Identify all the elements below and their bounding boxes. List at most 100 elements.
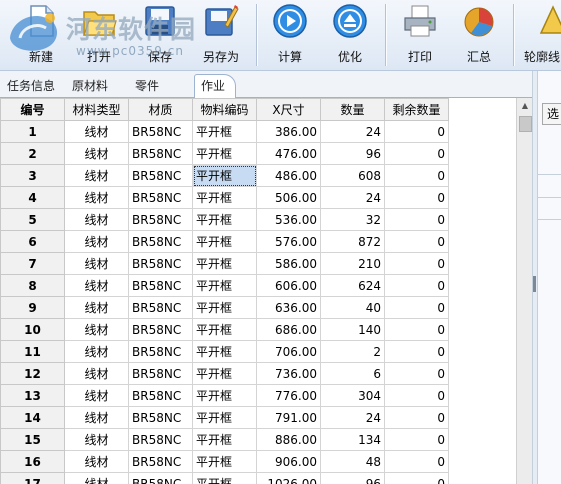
- save-button[interactable]: 保存: [141, 0, 179, 68]
- quantity-cell[interactable]: 48: [320, 450, 385, 473]
- quantity-cell[interactable]: 872: [320, 230, 385, 253]
- tab-raw-material[interactable]: 原材料: [72, 77, 108, 94]
- remaining-cell[interactable]: 0: [384, 384, 449, 407]
- table-row[interactable]: 16 线材 BR58NC 平开框 906.00 48 0: [0, 450, 449, 473]
- col-header-material[interactable]: 材质: [128, 98, 193, 121]
- col-header-item-code[interactable]: 物料编码: [192, 98, 257, 121]
- remaining-cell[interactable]: 0: [384, 230, 449, 253]
- material-cell[interactable]: BR58NC: [128, 340, 193, 363]
- material-cell[interactable]: BR58NC: [128, 450, 193, 473]
- table-row[interactable]: 5 线材 BR58NC 平开框 536.00 32 0: [0, 208, 449, 231]
- x-size-cell[interactable]: 886.00: [256, 428, 321, 451]
- row-number[interactable]: 8: [0, 274, 65, 297]
- row-number[interactable]: 6: [0, 230, 65, 253]
- row-number[interactable]: 17: [0, 472, 65, 484]
- remaining-cell[interactable]: 0: [384, 406, 449, 429]
- quantity-cell[interactable]: 608: [320, 164, 385, 187]
- material-type-cell[interactable]: 线材: [64, 296, 129, 319]
- remaining-cell[interactable]: 0: [384, 362, 449, 385]
- x-size-cell[interactable]: 476.00: [256, 142, 321, 165]
- row-number[interactable]: 16: [0, 450, 65, 473]
- material-type-cell[interactable]: 线材: [64, 428, 129, 451]
- x-size-cell[interactable]: 1026.00: [256, 472, 321, 484]
- material-cell[interactable]: BR58NC: [128, 384, 193, 407]
- quantity-cell[interactable]: 624: [320, 274, 385, 297]
- material-type-cell[interactable]: 线材: [64, 252, 129, 275]
- item-code-cell[interactable]: 平开框: [192, 274, 257, 297]
- table-row[interactable]: 7 线材 BR58NC 平开框 586.00 210 0: [0, 252, 449, 275]
- remaining-cell[interactable]: 0: [384, 252, 449, 275]
- x-size-cell[interactable]: 791.00: [256, 406, 321, 429]
- material-type-cell[interactable]: 线材: [64, 318, 129, 341]
- material-type-cell[interactable]: 线材: [64, 164, 129, 187]
- material-type-cell[interactable]: 线材: [64, 384, 129, 407]
- remaining-cell[interactable]: 0: [384, 120, 449, 143]
- row-number[interactable]: 12: [0, 362, 65, 385]
- item-code-cell[interactable]: 平开框: [192, 340, 257, 363]
- table-row[interactable]: 4 线材 BR58NC 平开框 506.00 24 0: [0, 186, 449, 209]
- remaining-cell[interactable]: 0: [384, 164, 449, 187]
- material-type-cell[interactable]: 线材: [64, 186, 129, 209]
- table-row[interactable]: 9 线材 BR58NC 平开框 636.00 40 0: [0, 296, 449, 319]
- row-number[interactable]: 7: [0, 252, 65, 275]
- table-row[interactable]: 3 线材 BR58NC 平开框 486.00 608 0: [0, 164, 449, 187]
- remaining-cell[interactable]: 0: [384, 472, 449, 484]
- material-type-cell[interactable]: 线材: [64, 472, 129, 484]
- row-number[interactable]: 15: [0, 428, 65, 451]
- item-code-cell[interactable]: 平开框: [192, 296, 257, 319]
- row-number[interactable]: 9: [0, 296, 65, 319]
- material-cell[interactable]: BR58NC: [128, 208, 193, 231]
- item-code-cell[interactable]: 平开框: [192, 230, 257, 253]
- optimize-button[interactable]: 优化: [328, 0, 372, 68]
- x-size-cell[interactable]: 386.00: [256, 120, 321, 143]
- material-cell[interactable]: BR58NC: [128, 428, 193, 451]
- remaining-cell[interactable]: 0: [384, 296, 449, 319]
- save-as-button[interactable]: 另存为: [198, 0, 244, 68]
- quantity-cell[interactable]: 96: [320, 142, 385, 165]
- outline-button[interactable]: 轮廓线: [521, 0, 561, 68]
- remaining-cell[interactable]: 0: [384, 340, 449, 363]
- summary-button[interactable]: 汇总: [456, 0, 502, 68]
- item-code-cell[interactable]: 平开框: [192, 472, 257, 484]
- quantity-cell[interactable]: 2: [320, 340, 385, 363]
- quantity-cell[interactable]: 304: [320, 384, 385, 407]
- scroll-up-icon[interactable]: ▲: [517, 98, 533, 114]
- tab-parts[interactable]: 零件: [135, 77, 159, 94]
- material-cell[interactable]: BR58NC: [128, 318, 193, 341]
- item-code-cell[interactable]: 平开框: [192, 120, 257, 143]
- item-code-cell[interactable]: 平开框: [192, 384, 257, 407]
- material-type-cell[interactable]: 线材: [64, 406, 129, 429]
- table-row[interactable]: 6 线材 BR58NC 平开框 576.00 872 0: [0, 230, 449, 253]
- col-header-quantity[interactable]: 数量: [320, 98, 385, 121]
- new-button[interactable]: 新建: [22, 0, 60, 68]
- material-cell[interactable]: BR58NC: [128, 186, 193, 209]
- material-cell[interactable]: BR58NC: [128, 164, 193, 187]
- print-button[interactable]: 打印: [397, 0, 443, 68]
- item-code-cell[interactable]: 平开框: [192, 318, 257, 341]
- material-cell[interactable]: BR58NC: [128, 252, 193, 275]
- col-header-material-type[interactable]: 材料类型: [64, 98, 129, 121]
- x-size-cell[interactable]: 776.00: [256, 384, 321, 407]
- x-size-cell[interactable]: 736.00: [256, 362, 321, 385]
- table-row[interactable]: 8 线材 BR58NC 平开框 606.00 624 0: [0, 274, 449, 297]
- item-code-cell[interactable]: 平开框: [192, 450, 257, 473]
- col-header-x-size[interactable]: X尺寸: [256, 98, 321, 121]
- right-panel-button[interactable]: 选: [542, 103, 561, 125]
- row-number[interactable]: 2: [0, 142, 65, 165]
- material-cell[interactable]: BR58NC: [128, 406, 193, 429]
- material-type-cell[interactable]: 线材: [64, 450, 129, 473]
- quantity-cell[interactable]: 134: [320, 428, 385, 451]
- material-cell[interactable]: BR58NC: [128, 296, 193, 319]
- material-cell[interactable]: BR58NC: [128, 362, 193, 385]
- item-code-cell[interactable]: 平开框: [192, 362, 257, 385]
- x-size-cell[interactable]: 586.00: [256, 252, 321, 275]
- row-number[interactable]: 10: [0, 318, 65, 341]
- material-type-cell[interactable]: 线材: [64, 274, 129, 297]
- x-size-cell[interactable]: 506.00: [256, 186, 321, 209]
- quantity-cell[interactable]: 24: [320, 120, 385, 143]
- x-size-cell[interactable]: 486.00: [256, 164, 321, 187]
- remaining-cell[interactable]: 0: [384, 274, 449, 297]
- table-row[interactable]: 17 线材 BR58NC 平开框 1026.00 96 0: [0, 472, 449, 484]
- x-size-cell[interactable]: 636.00: [256, 296, 321, 319]
- material-type-cell[interactable]: 线材: [64, 362, 129, 385]
